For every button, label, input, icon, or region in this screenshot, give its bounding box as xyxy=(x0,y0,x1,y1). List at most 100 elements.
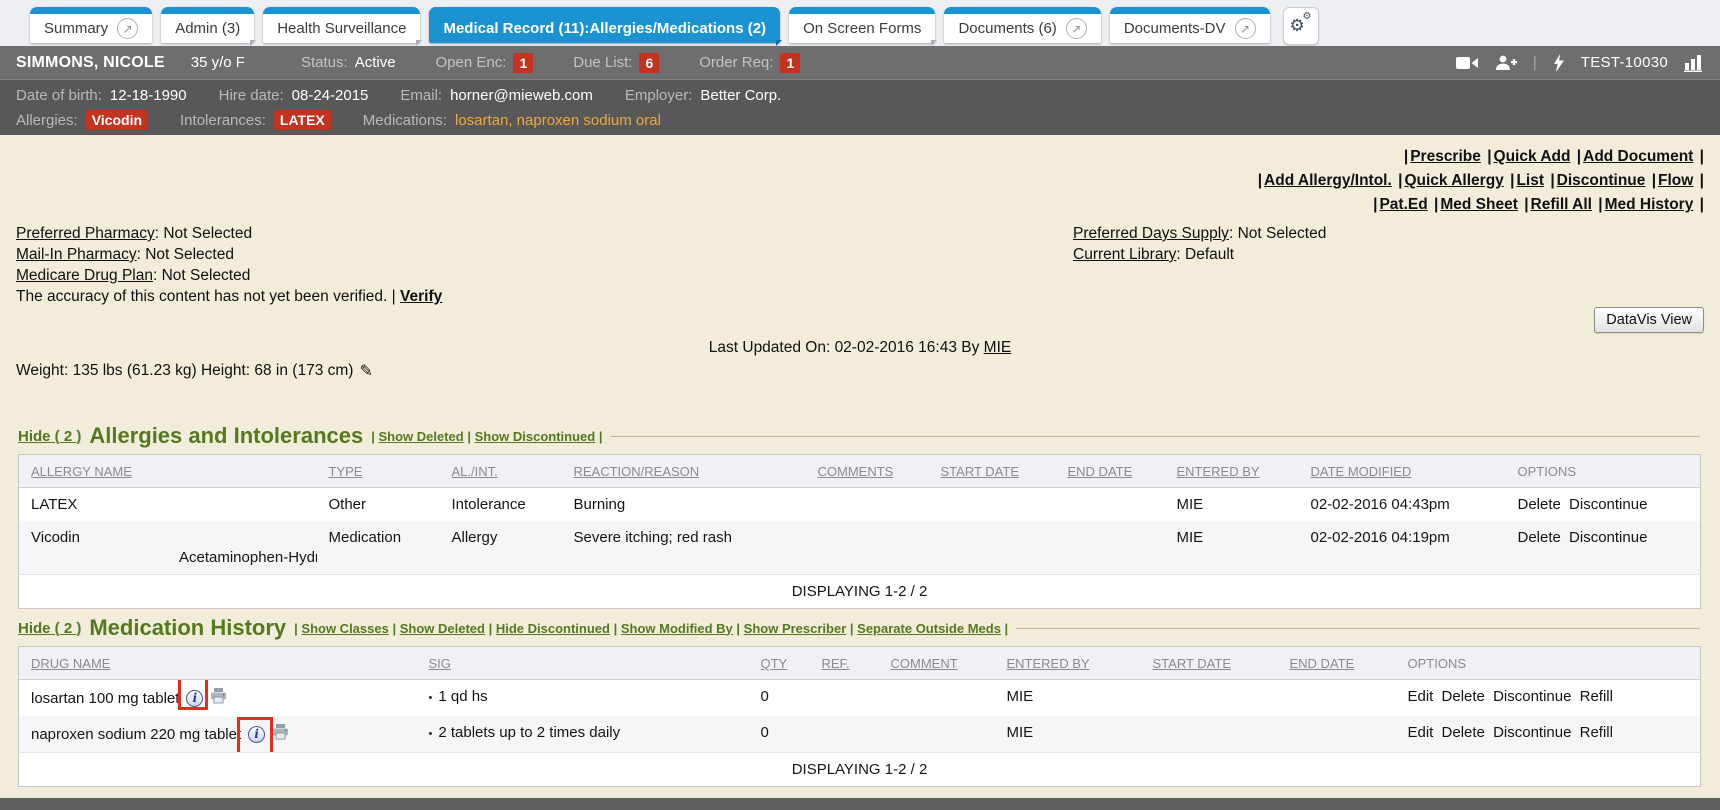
col-drug-name[interactable]: DRUG NAME xyxy=(19,647,417,680)
prescribe-link[interactable]: Prescribe xyxy=(1402,148,1481,165)
qty-cell: 0 xyxy=(749,680,810,717)
col-end-date[interactable]: END DATE xyxy=(1278,647,1396,680)
colon xyxy=(1229,225,1238,242)
col-comments[interactable]: COMMENTS xyxy=(806,455,929,488)
discontinue-link[interactable]: Discontinue xyxy=(1493,688,1571,705)
hide-discontinued-link[interactable]: Hide Discontinued xyxy=(489,621,610,636)
external-link-icon[interactable]: ↗ xyxy=(117,18,138,39)
allergies-hide-link[interactable]: Hide ( 2 ) xyxy=(18,428,81,445)
medications-value[interactable]: losartan, naproxen sodium oral xyxy=(455,112,661,129)
tab-health-surveillance-label: Health Surveillance xyxy=(277,20,406,37)
allergy-name: Vicodin Acetaminophen-Hydrocodone xyxy=(19,521,317,575)
col-start-date[interactable]: START DATE xyxy=(929,455,1056,488)
print-icon[interactable] xyxy=(272,724,289,744)
col-entered-by[interactable]: ENTERED BY xyxy=(1165,455,1299,488)
patient-status: Status: Active xyxy=(301,54,396,71)
add-allergy-intol-link[interactable]: Add Allergy/Intol. xyxy=(1256,172,1392,189)
intolerance-badge[interactable]: LATEX xyxy=(274,110,331,130)
show-discontinued-link[interactable]: Show Discontinued xyxy=(467,429,602,444)
refill-link[interactable]: Refill xyxy=(1580,688,1613,705)
edit-link[interactable]: Edit xyxy=(1408,688,1434,705)
col-date-modified[interactable]: DATE MODIFIED xyxy=(1299,455,1506,488)
discontinue-link[interactable]: Discontinue xyxy=(1569,496,1647,513)
tab-admin[interactable]: Admin (3) xyxy=(161,7,254,43)
edit-link[interactable]: Edit xyxy=(1408,724,1434,741)
col-ref[interactable]: REF. xyxy=(810,647,879,680)
edit-pencil-icon[interactable]: ✎ xyxy=(359,361,372,380)
tab-documents-dv[interactable]: Documents-DV ↗ xyxy=(1110,7,1270,43)
add-person-icon[interactable] xyxy=(1495,55,1517,71)
settings-button[interactable]: ⚙ ⚙ xyxy=(1283,7,1319,45)
datavis-view-button[interactable]: DataVis View xyxy=(1594,307,1704,333)
delete-link[interactable]: Delete xyxy=(1442,724,1485,741)
discontinue-link[interactable]: Discontinue xyxy=(1493,724,1571,741)
col-al-int[interactable]: AL./INT. xyxy=(440,455,562,488)
med-sheet-link[interactable]: Med Sheet xyxy=(1432,196,1518,213)
show-modified-by-link[interactable]: Show Modified By xyxy=(614,621,733,636)
tab-on-screen-forms[interactable]: On Screen Forms xyxy=(789,7,935,43)
medicare-drug-plan-link[interactable]: Medicare Drug Plan xyxy=(16,267,153,284)
flow-link[interactable]: Flow xyxy=(1650,172,1704,189)
list-link[interactable]: List xyxy=(1508,172,1544,189)
add-document-link[interactable]: Add Document xyxy=(1575,148,1704,165)
col-comment[interactable]: COMMENT xyxy=(879,647,995,680)
bar-chart-icon[interactable] xyxy=(1684,54,1704,72)
lightning-bolt-icon[interactable] xyxy=(1553,54,1565,72)
col-end-date[interactable]: END DATE xyxy=(1056,455,1165,488)
col-type[interactable]: TYPE xyxy=(317,455,440,488)
pat-ed-link[interactable]: Pat.Ed xyxy=(1371,196,1428,213)
discontinue-link[interactable]: Discontinue xyxy=(1569,529,1647,546)
refill-link[interactable]: Refill xyxy=(1580,724,1613,741)
preferred-pharmacy-link[interactable]: Preferred Pharmacy xyxy=(16,225,155,242)
medications-hide-link[interactable]: Hide ( 2 ) xyxy=(18,620,81,637)
col-allergy-name[interactable]: ALLERGY NAME xyxy=(19,455,317,488)
delete-link[interactable]: Delete xyxy=(1518,529,1561,546)
tab-documents[interactable]: Documents (6) ↗ xyxy=(944,7,1100,43)
drug-info-icon[interactable]: i xyxy=(186,690,203,707)
mail-in-pharmacy-value: Not Selected xyxy=(145,246,234,263)
mail-in-pharmacy-link[interactable]: Mail-In Pharmacy xyxy=(16,246,137,263)
print-icon[interactable] xyxy=(210,688,227,708)
col-start-date[interactable]: START DATE xyxy=(1141,647,1278,680)
email-value: horner@mieweb.com xyxy=(450,87,593,104)
drug-info-icon[interactable]: i xyxy=(248,726,265,743)
action-links-row3: Pat.Ed Med Sheet Refill All Med History xyxy=(1256,193,1704,217)
discontinue-link[interactable]: Discontinue xyxy=(1548,172,1645,189)
delete-link[interactable]: Delete xyxy=(1442,688,1485,705)
col-qty[interactable]: QTY xyxy=(749,647,810,680)
sig-text: 1 qd hs xyxy=(438,688,487,705)
video-camera-icon[interactable] xyxy=(1456,56,1479,70)
quick-add-link[interactable]: Quick Add xyxy=(1485,148,1570,165)
allergy-generic-name: Acetaminophen-Hydrocodone xyxy=(31,546,305,566)
separate-outside-meds-link[interactable]: Separate Outside Meds xyxy=(850,621,1008,636)
show-deleted-link[interactable]: Show Deleted xyxy=(371,429,464,444)
allergy-badge[interactable]: Vicodin xyxy=(86,110,148,130)
dob-value: 12-18-1990 xyxy=(110,87,187,104)
col-reaction[interactable]: REACTION/REASON xyxy=(562,455,806,488)
medicare-drug-plan-row: Medicare Drug PlanNot Selected xyxy=(16,265,442,286)
tab-health-surveillance[interactable]: Health Surveillance xyxy=(263,7,420,43)
show-prescriber-link[interactable]: Show Prescriber xyxy=(736,621,846,636)
end-date-cell xyxy=(1278,716,1396,753)
due-list-badge[interactable]: 6 xyxy=(639,53,659,73)
current-library-link[interactable]: Current Library xyxy=(1073,246,1176,263)
med-history-link[interactable]: Med History xyxy=(1596,196,1704,213)
preferred-days-supply-link[interactable]: Preferred Days Supply xyxy=(1073,225,1229,242)
show-deleted-link[interactable]: Show Deleted xyxy=(392,621,485,636)
open-enc-badge[interactable]: 1 xyxy=(513,53,533,73)
col-entered-by[interactable]: ENTERED BY xyxy=(995,647,1141,680)
refill-all-link[interactable]: Refill All xyxy=(1522,196,1592,213)
delete-link[interactable]: Delete xyxy=(1518,496,1561,513)
verify-link[interactable]: Verify xyxy=(400,288,442,305)
external-link-icon[interactable]: ↗ xyxy=(1235,18,1256,39)
tab-medical-record[interactable]: Medical Record (11):Allergies/Medication… xyxy=(429,7,780,43)
col-sig[interactable]: SIG xyxy=(417,647,749,680)
mie-user-link[interactable]: MIE xyxy=(984,339,1012,356)
order-req-badge[interactable]: 1 xyxy=(780,53,800,73)
external-link-icon[interactable]: ↗ xyxy=(1066,18,1087,39)
quick-allergy-link[interactable]: Quick Allergy xyxy=(1396,172,1504,189)
show-classes-link[interactable]: Show Classes xyxy=(294,621,389,636)
tab-summary[interactable]: Summary ↗ xyxy=(30,7,152,43)
patient-age-sex: 35 y/o F xyxy=(191,54,245,71)
gear-icon: ⚙ xyxy=(1303,11,1312,22)
